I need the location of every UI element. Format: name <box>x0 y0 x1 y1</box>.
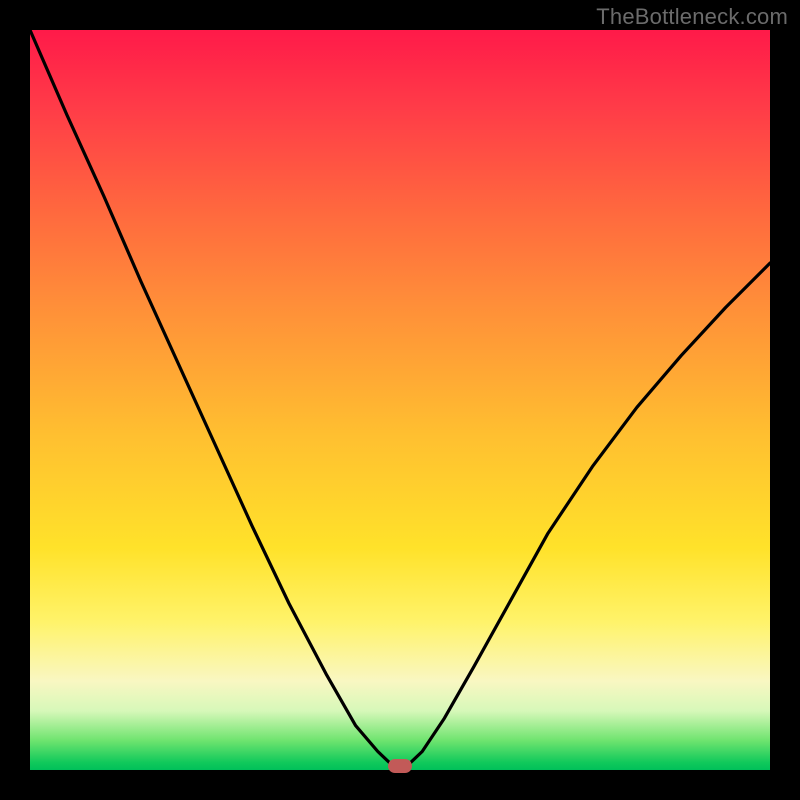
chart-frame: TheBottleneck.com <box>0 0 800 800</box>
minimum-marker <box>388 759 412 773</box>
watermark-text: TheBottleneck.com <box>596 4 788 30</box>
bottleneck-curve-path <box>30 30 770 770</box>
curve-svg <box>30 30 770 770</box>
plot-area <box>30 30 770 770</box>
